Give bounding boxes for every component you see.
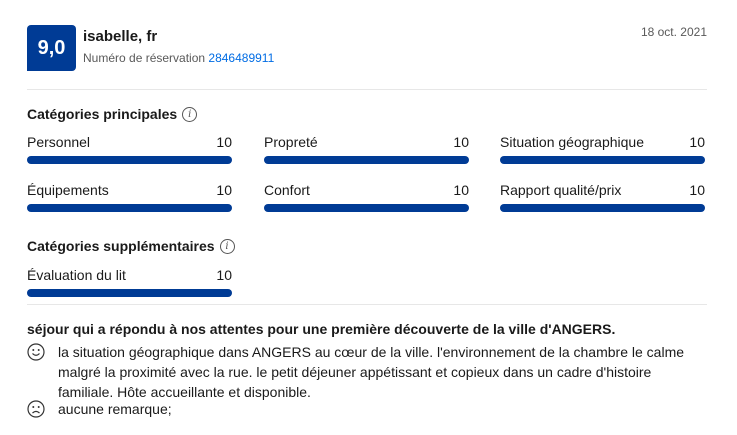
- extra-categories-title: Catégories supplémentaires i: [27, 238, 235, 254]
- category-equipements: Équipements 10: [27, 182, 232, 212]
- category-bar: [27, 289, 232, 297]
- positive-text: la situation géographique dans ANGERS au…: [58, 344, 685, 400]
- category-bar: [27, 204, 232, 212]
- category-bar: [27, 156, 232, 164]
- category-situation: Situation géographique 10: [500, 134, 705, 164]
- booking-line: Numéro de réservation 2846489911: [83, 51, 274, 65]
- category-confort: Confort 10: [264, 182, 469, 212]
- main-categories-title: Catégories principales i: [27, 106, 198, 122]
- info-icon[interactable]: i: [219, 238, 235, 254]
- category-rapport: Rapport qualité/prix 10: [500, 182, 705, 212]
- category-bar: [500, 156, 705, 164]
- category-bar: [264, 204, 469, 212]
- category-label: Confort: [264, 182, 310, 198]
- category-label: Rapport qualité/prix: [500, 182, 622, 198]
- extra-categories-label: Catégories supplémentaires: [27, 238, 215, 254]
- reviewer-name: isabelle, fr: [83, 28, 158, 45]
- category-label: Situation géographique: [500, 134, 645, 150]
- category-score: 10: [689, 182, 705, 198]
- booking-number-link[interactable]: 2846489911: [208, 51, 274, 65]
- category-score: 10: [216, 134, 232, 150]
- sad-face-icon: [27, 400, 45, 418]
- category-label: Évaluation du lit: [27, 267, 126, 283]
- category-score: 10: [216, 182, 232, 198]
- score-badge: 9,0: [27, 25, 76, 71]
- category-personnel: Personnel 10: [27, 134, 232, 164]
- smiley-icon: [27, 343, 45, 361]
- divider: [27, 304, 707, 305]
- review-date: 18 oct. 2021: [640, 25, 707, 39]
- category-label: Propreté: [264, 134, 318, 150]
- negative-comment: aucune remarque;: [27, 399, 698, 419]
- category-score: 10: [453, 182, 469, 198]
- comment-title: séjour qui a répondu à nos attentes pour…: [27, 321, 616, 337]
- category-label: Personnel: [27, 134, 91, 150]
- category-bar: [500, 204, 705, 212]
- main-categories-label: Catégories principales: [27, 106, 178, 122]
- category-score: 10: [216, 267, 232, 283]
- negative-text: aucune remarque;: [58, 401, 172, 417]
- category-bar: [264, 156, 469, 164]
- category-score: 10: [453, 134, 469, 150]
- category-label: Équipements: [27, 182, 109, 198]
- info-icon[interactable]: i: [182, 106, 198, 122]
- category-lit: Évaluation du lit 10: [27, 267, 232, 297]
- category-proprete: Propreté 10: [264, 134, 469, 164]
- booking-label: Numéro de réservation: [83, 51, 206, 65]
- divider: [27, 89, 707, 90]
- category-score: 10: [689, 134, 705, 150]
- positive-comment: la situation géographique dans ANGERS au…: [27, 342, 698, 402]
